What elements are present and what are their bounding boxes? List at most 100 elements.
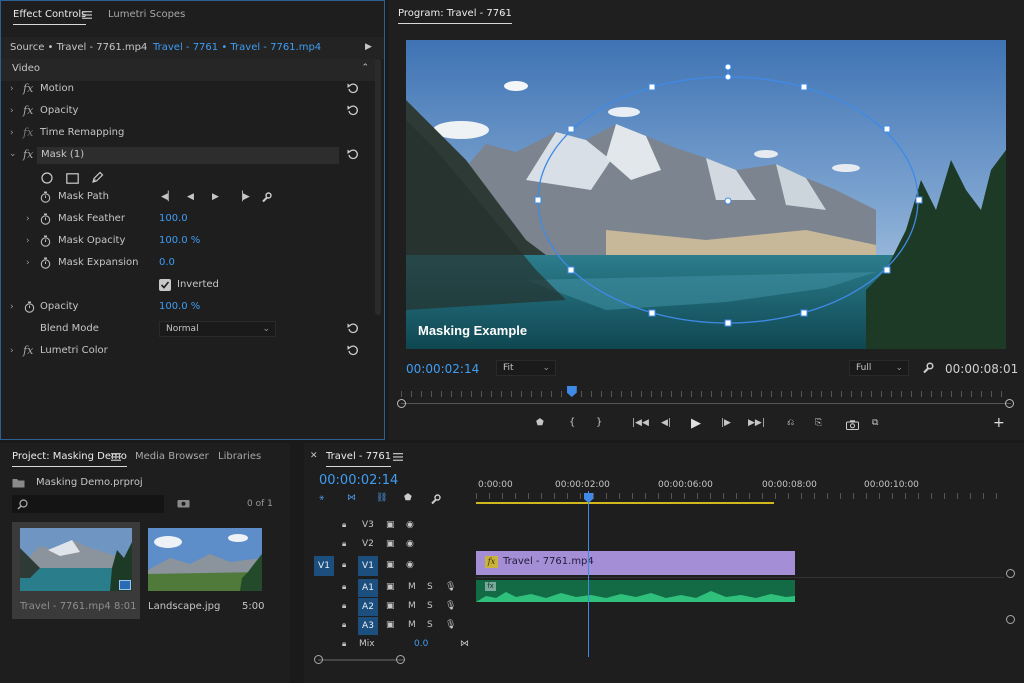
settings-wrench-icon[interactable] [921,361,935,375]
mic-icon[interactable]: 🎙︎ [445,620,456,630]
scroll-handle[interactable] [396,655,405,664]
wrench-icon[interactable] [260,191,272,203]
quality-dropdown[interactable]: Full ⌄ [849,360,909,376]
program-current-timecode[interactable]: 00:00:02:14 [406,362,479,376]
mask-feather-value[interactable]: 100.0 [159,213,188,224]
fx-icon[interactable]: fx [23,148,33,161]
ruler-start-handle[interactable] [397,399,406,408]
opacity-param-value[interactable]: 100.0 % [159,301,200,312]
compare-view-icon[interactable]: ⧉ [872,418,878,428]
sync-lock-icon[interactable]: ▣ [386,539,395,549]
timeline-horizontal-scroll[interactable] [314,653,410,667]
step-back-icon[interactable]: ◀| [661,418,671,428]
fx-icon[interactable]: fx [23,344,33,357]
expand-chevron-icon[interactable]: › [10,302,14,312]
snap-icon[interactable]: ⋈ [347,493,356,503]
expand-chevron-icon[interactable]: › [26,214,30,224]
camera-icon[interactable] [845,419,859,431]
wrench-icon[interactable] [429,493,441,505]
track-back-frame-icon[interactable]: ◀ [187,192,194,202]
work-area-bar[interactable] [476,502,774,504]
track-backward-icon[interactable]: ◀▏ [161,192,175,202]
reset-icon[interactable] [347,148,359,163]
mark-in-icon[interactable]: { [569,417,575,428]
blend-mode-dropdown[interactable]: Normal ⌄ [159,321,276,337]
hamburger-icon[interactable] [81,10,93,20]
video-clip[interactable]: fx Travel - 7761.mp4 [476,551,795,575]
tab-media-browser[interactable]: Media Browser [135,443,209,471]
add-marker-icon[interactable]: ⬟ [404,493,412,503]
expand-chevron-icon[interactable]: › [10,128,14,138]
program-viewer[interactable]: Masking Example [406,40,1006,349]
reset-icon[interactable] [347,322,359,337]
ruler-end-handle[interactable] [1005,399,1014,408]
mute-button[interactable]: M [408,582,416,592]
fx-icon[interactable]: fx [23,126,33,139]
sync-lock-icon[interactable]: ▣ [386,601,395,611]
plus-icon[interactable]: + [993,415,1005,431]
rectangle-mask-icon[interactable] [65,171,79,185]
go-to-out-icon[interactable]: ▶▶| [748,418,765,428]
close-tab-icon[interactable]: ✕ [310,451,318,461]
solo-button[interactable]: S [427,620,433,630]
track-target-a3[interactable]: A3 [358,617,378,635]
new-bin-icon[interactable] [176,497,190,509]
scroll-handle[interactable] [314,655,323,664]
track-forward-icon[interactable]: ▕▶ [236,192,250,202]
tab-libraries[interactable]: Libraries [218,443,261,471]
effect-motion[interactable]: › fx Motion [1,79,377,101]
stopwatch-icon[interactable] [39,191,51,203]
solo-button[interactable]: S [427,601,433,611]
go-to-end-icon[interactable]: ⋈ [460,639,469,649]
scroll-handle[interactable] [1006,615,1015,624]
program-time-ruler[interactable] [397,385,1014,413]
project-search-field[interactable] [12,495,164,513]
eye-icon[interactable]: ◉ [406,520,414,530]
mic-icon[interactable]: 🎙︎ [445,582,456,592]
expand-chevron-icon[interactable]: › [10,84,14,94]
reset-icon[interactable] [347,82,359,97]
track-target-a2[interactable]: A2 [358,598,378,616]
expand-chevron-icon[interactable]: › [26,258,30,268]
audio-clip[interactable]: fx [476,580,795,602]
program-monitor-title[interactable]: Program: Travel - 7761 [398,0,512,28]
effect-lumetri-color[interactable]: › fx Lumetri Color [1,341,377,363]
mute-button[interactable]: M [408,601,416,611]
step-forward-icon[interactable]: |▶ [721,418,731,428]
timeline-ruler[interactable]: 0:00:00 00:00:02:00 00:00:06:00 00:00:08… [476,477,1004,509]
source-patch-v1[interactable]: V1 [314,556,334,576]
sequence-clip-label[interactable]: Travel - 7761 • Travel - 7761.mp4 [153,42,321,53]
source-dropdown-icon[interactable]: ⌄ [137,42,145,52]
expand-chevron-icon[interactable]: › [26,236,30,246]
play-icon[interactable]: ▶ [691,416,701,431]
mix-value[interactable]: 0.0 [414,639,428,649]
mask-opacity-value[interactable]: 100.0 % [159,235,200,246]
scroll-handle[interactable] [1006,569,1015,578]
effect-opacity[interactable]: › fx Opacity [1,101,377,123]
mask-expansion-value[interactable]: 0.0 [159,257,175,268]
lock-icon[interactable]: 🔒︎ [342,539,346,549]
mask-ellipse-overlay[interactable] [406,40,1006,349]
lock-icon[interactable]: 🔒︎ [342,582,346,592]
effects-scrollbar[interactable] [375,59,381,315]
go-to-in-icon[interactable]: |◀◀ [632,418,649,428]
lift-icon[interactable]: ⎌ [787,418,794,428]
stopwatch-icon[interactable] [39,235,51,247]
tab-effect-controls[interactable]: Effect Controls [13,1,87,29]
track-target-a1[interactable]: A1 [358,579,378,597]
stopwatch-icon[interactable] [23,301,35,313]
program-dropdown-icon[interactable]: ⌄ [500,8,508,18]
pen-icon[interactable] [90,170,104,184]
tab-lumetri-scopes[interactable]: Lumetri Scopes [108,1,185,29]
timeline-toggle-arrow-icon[interactable]: ▶ [365,42,372,52]
collapse-chevron-icon[interactable]: ⌄ [9,149,17,159]
sync-lock-icon[interactable]: ▣ [386,560,395,570]
reset-icon[interactable] [347,344,359,359]
expand-chevron-icon[interactable]: › [10,346,14,356]
expand-chevron-icon[interactable]: › [10,106,14,116]
track-forward-frame-icon[interactable]: ▶ [212,192,219,202]
lock-icon[interactable]: 🔒︎ [342,639,346,649]
lock-icon[interactable]: 🔒︎ [342,520,346,530]
inverted-checkbox[interactable] [159,279,171,291]
hamburger-icon[interactable] [392,452,404,462]
